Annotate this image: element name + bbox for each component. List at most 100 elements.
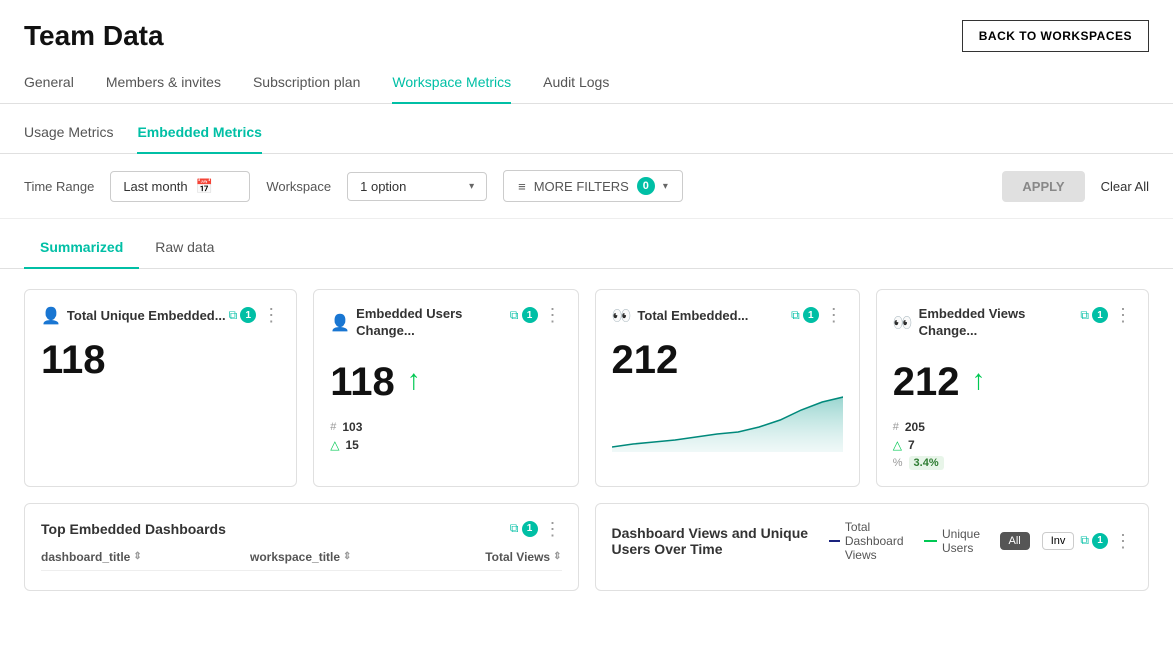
more-options-icon[interactable]: ⋮ (262, 306, 280, 324)
metric-title: Total Unique Embedded... (67, 308, 226, 325)
filters-bar: Time Range Last month 📅 Workspace 1 opti… (0, 154, 1173, 219)
more-options-icon[interactable]: ⋮ (544, 306, 562, 324)
view-tab-summarized[interactable]: Summarized (24, 231, 139, 269)
metric-header: 👤 Embedded Users Change... ⧉ 1 ⋮ (330, 306, 561, 340)
metric-filter-badge[interactable]: ⧉ 1 (1080, 307, 1108, 323)
subtab-usage-metrics[interactable]: Usage Metrics (24, 116, 113, 154)
more-options-icon[interactable]: ⋮ (544, 520, 562, 538)
metric-card-total-unique-embedded: 👤 Total Unique Embedded... ⧉ 1 ⋮ 118 (24, 289, 297, 487)
metric-actions: ⧉ 1 ⋮ (229, 306, 281, 324)
chart-area (612, 392, 843, 452)
eyes-icon: 👀 (612, 306, 632, 326)
legend-btn-all[interactable]: All (1000, 532, 1030, 550)
sort-icon[interactable]: ⇕ (553, 551, 561, 562)
filter-count: 1 (240, 307, 256, 323)
legend-line-unique-users (924, 540, 937, 542)
more-options-icon[interactable]: ⋮ (825, 306, 843, 324)
legend-btn-inv[interactable]: Inv (1042, 532, 1075, 550)
metric-title-row: 👀 Total Embedded... (612, 306, 792, 326)
filter-icon: ⧉ (1080, 308, 1089, 323)
sub-metrics: # 205 △ 7 % 3.4% (893, 420, 1132, 470)
metric-value: 212 (612, 338, 843, 382)
bottom-card-views-over-time: Dashboard Views and Unique Users Over Ti… (595, 503, 1150, 591)
filter-count: 1 (1092, 307, 1108, 323)
trend-up-icon: ↑ (972, 364, 986, 396)
workspace-select[interactable]: 1 option ▾ (347, 172, 487, 201)
metric-filter-badge[interactable]: ⧉ 1 (229, 307, 257, 323)
person-icon: 👤 (41, 306, 61, 326)
filter-icon: ⧉ (791, 308, 800, 323)
filter-count: 1 (1092, 533, 1108, 549)
tab-workspace-metrics[interactable]: Workspace Metrics (392, 64, 511, 104)
calendar-icon: 📅 (196, 178, 213, 195)
metric-actions: ⧉ 1 ⋮ (510, 306, 562, 324)
sub-metric-row-2: △ 15 (330, 438, 561, 452)
metric-title: Embedded Views Change... (919, 306, 1081, 340)
metrics-grid: 👤 Total Unique Embedded... ⧉ 1 ⋮ 118 👤 E… (0, 269, 1173, 503)
chevron-down-icon: ▾ (469, 181, 474, 192)
workspace-label: Workspace (266, 179, 331, 194)
metric-filter-badge[interactable]: ⧉ 1 (791, 307, 819, 323)
metric-title-row: 👤 Embedded Users Change... (330, 306, 510, 340)
more-filters-button[interactable]: ≡ MORE FILTERS 0 ▾ (503, 170, 683, 202)
sub-tabs: Usage Metrics Embedded Metrics (0, 104, 1173, 154)
clear-all-button[interactable]: Clear All (1101, 179, 1149, 194)
metric-value-row: 118 ↑ (330, 348, 561, 412)
tab-general[interactable]: General (24, 64, 74, 104)
filter-icon: ⧉ (510, 521, 519, 536)
back-to-workspaces-button[interactable]: BACK TO WORKSPACES (962, 20, 1149, 52)
apply-button[interactable]: APPLY (1002, 171, 1084, 202)
filter-count: 1 (522, 307, 538, 323)
sort-icon[interactable]: ⇕ (343, 551, 351, 562)
tab-subscription[interactable]: Subscription plan (253, 64, 360, 104)
legend-label-unique-users: Unique Users (942, 527, 988, 555)
metric-card-embedded-views-change: 👀 Embedded Views Change... ⧉ 1 ⋮ 212 ↑ #… (876, 289, 1149, 487)
bottom-card-title: Dashboard Views and Unique Users Over Ti… (612, 525, 829, 557)
table-header: dashboard_title ⇕ workspace_title ⇕ Tota… (41, 550, 562, 571)
more-options-icon[interactable]: ⋮ (1114, 532, 1132, 550)
legend-label-dashboard-views: Total Dashboard Views (845, 520, 913, 562)
metric-title: Embedded Users Change... (356, 306, 510, 340)
bottom-grid: Top Embedded Dashboards ⧉ 1 ⋮ dashboard_… (0, 503, 1173, 611)
time-range-value: Last month (123, 179, 187, 194)
metric-actions: ⧉ 1 ⋮ (1080, 306, 1132, 324)
metric-card-total-embedded: 👀 Total Embedded... ⧉ 1 ⋮ 212 (595, 289, 860, 487)
bottom-card-actions: Total Dashboard Views Unique Users All I… (829, 520, 1132, 562)
legend-line-dashboard-views (829, 540, 840, 542)
metric-filter-badge[interactable]: ⧉ 1 (510, 307, 538, 323)
filter-count: 1 (803, 307, 819, 323)
subtab-embedded-metrics[interactable]: Embedded Metrics (137, 116, 261, 154)
metric-header: 👤 Total Unique Embedded... ⧉ 1 ⋮ (41, 306, 280, 326)
sub-metric-value: 103 (342, 420, 362, 434)
sort-icon[interactable]: ⇕ (133, 551, 141, 562)
more-options-icon[interactable]: ⋮ (1114, 306, 1132, 324)
tab-members[interactable]: Members & invites (106, 64, 221, 104)
col-total-views: Total Views ⇕ (459, 550, 562, 564)
view-tab-raw[interactable]: Raw data (139, 231, 230, 269)
bottom-card-header: Top Embedded Dashboards ⧉ 1 ⋮ (41, 520, 562, 538)
filter-icon: ⧉ (1080, 533, 1089, 548)
sub-metric-value: 205 (905, 420, 925, 434)
bottom-card-top-dashboards: Top Embedded Dashboards ⧉ 1 ⋮ dashboard_… (24, 503, 579, 591)
card-filter-badge[interactable]: ⧉ 1 (510, 521, 538, 537)
time-range-input[interactable]: Last month 📅 (110, 171, 250, 202)
sub-metric-value-2: 15 (345, 438, 358, 452)
filter-icon: ⧉ (229, 308, 238, 323)
time-range-label: Time Range (24, 179, 94, 194)
tab-audit-logs[interactable]: Audit Logs (543, 64, 609, 104)
metric-header: 👀 Total Embedded... ⧉ 1 ⋮ (612, 306, 843, 326)
legend-item-unique-users: Unique Users (924, 527, 987, 555)
card-filter-badge[interactable]: ⧉ 1 (1080, 533, 1108, 549)
col-workspace-title: workspace_title ⇕ (250, 550, 455, 564)
pct-icon: % (893, 457, 903, 469)
sub-metric-row: # 103 (330, 420, 561, 434)
pct-value: 3.4% (909, 456, 944, 470)
metric-value: 212 (893, 360, 960, 404)
page-title: Team Data (24, 20, 164, 52)
hash-icon: # (893, 421, 899, 433)
metric-value-row: 212 ↑ (893, 348, 1132, 412)
hash-icon: # (330, 421, 336, 433)
person-icon: 👤 (330, 313, 350, 333)
triangle-up-icon: △ (330, 438, 339, 452)
bottom-card-title: Top Embedded Dashboards (41, 521, 226, 537)
